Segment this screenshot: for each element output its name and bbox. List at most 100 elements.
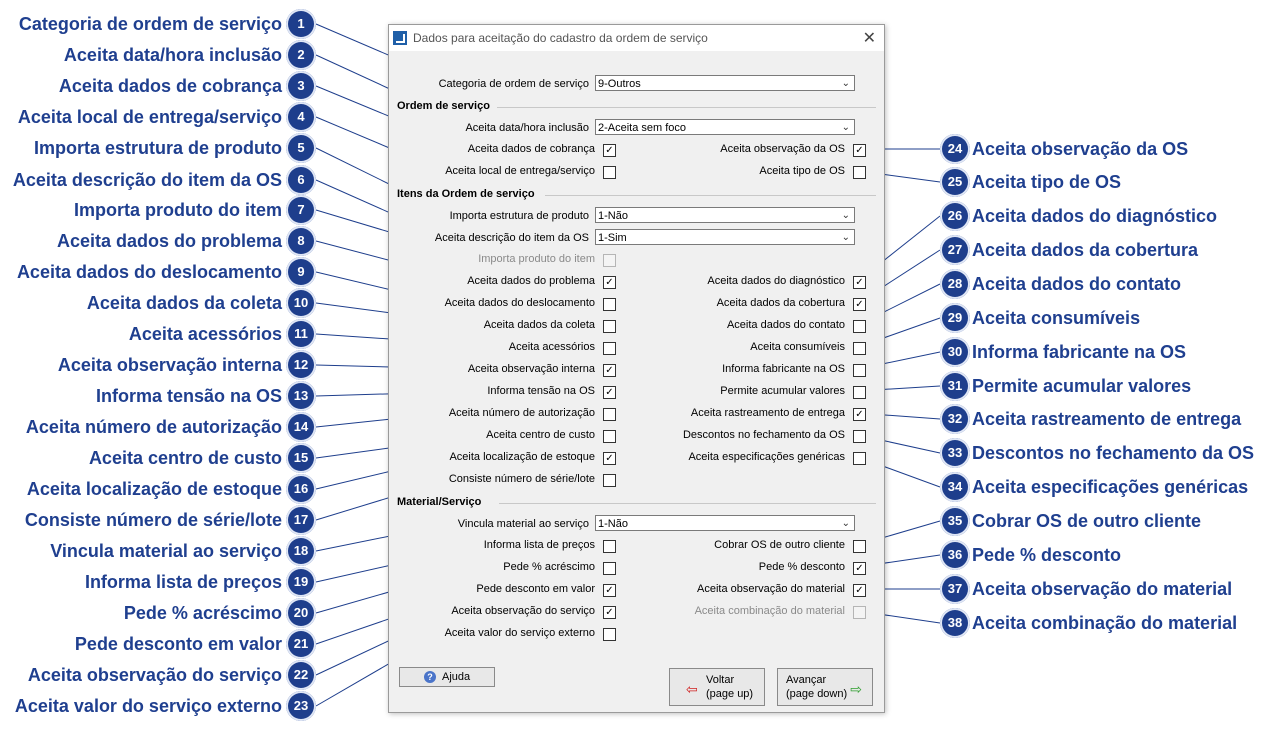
left-checkbox-pede-desconto-em-valor[interactable]: ✓ bbox=[603, 584, 616, 597]
callout-badge-25: 25 bbox=[940, 167, 970, 197]
left-checkbox-aceita-observacao-interna[interactable]: ✓ bbox=[603, 364, 616, 377]
callout-badge-6: 6 bbox=[286, 165, 316, 195]
divider bbox=[545, 195, 876, 196]
category-select[interactable]: 9-Outros ⌄ bbox=[595, 75, 855, 91]
callout-badge-17: 17 bbox=[286, 505, 316, 535]
left-checkbox-aceita-dados-da-coleta[interactable] bbox=[603, 320, 616, 333]
left-checkbox-aceita-dados-do-deslocamento[interactable] bbox=[603, 298, 616, 311]
category-value: 9-Outros bbox=[598, 78, 641, 90]
importa-estrutura-select[interactable]: 1-Não ⌄ bbox=[595, 207, 855, 223]
annotation-left-8: Aceita dados do problema bbox=[56, 231, 282, 251]
right-checkbox-aceita-tipo-de-os[interactable] bbox=[853, 166, 866, 179]
vincula-value: 1-Não bbox=[598, 518, 628, 530]
left-checkbox-aceita-observacao-do-servico[interactable]: ✓ bbox=[603, 606, 616, 619]
left-check-label-aceita-observacao-interna: Aceita observação interna bbox=[467, 363, 595, 375]
annotation-left-21: Pede desconto em valor bbox=[74, 634, 282, 654]
callout-badge-26: 26 bbox=[940, 201, 970, 231]
annotation-left-14: Aceita número de autorização bbox=[25, 417, 282, 437]
help-button[interactable]: ? Ajuda bbox=[399, 667, 495, 687]
left-checkbox-aceita-dados-do-problema[interactable]: ✓ bbox=[603, 276, 616, 289]
right-check-label-permite-acumular-valores: Permite acumular valores bbox=[720, 385, 845, 397]
right-checkbox-pede-desconto[interactable]: ✓ bbox=[853, 562, 866, 575]
left-checkbox-aceita-centro-de-custo[interactable] bbox=[603, 430, 616, 443]
right-checkbox-aceita-combinacao-do-material bbox=[853, 606, 866, 619]
right-checkbox-aceita-dados-da-cobertura[interactable]: ✓ bbox=[853, 298, 866, 311]
right-checkbox-aceita-observacao-da-os[interactable]: ✓ bbox=[853, 144, 866, 157]
annotation-left-5: Importa estrutura de produto bbox=[33, 138, 282, 158]
left-checkbox-aceita-acessorios[interactable] bbox=[603, 342, 616, 355]
divider bbox=[497, 107, 876, 108]
left-check-label-importa-produto-do-item: Importa produto do item bbox=[478, 253, 595, 265]
section-ordem: Ordem de serviço bbox=[397, 100, 490, 112]
right-check-label-aceita-consumiveis: Aceita consumíveis bbox=[750, 341, 845, 353]
annotation-left-22: Aceita observação do serviço bbox=[27, 665, 282, 685]
left-checkbox-aceita-numero-de-autorizacao[interactable] bbox=[603, 408, 616, 421]
left-checkbox-pede-acrescimo[interactable] bbox=[603, 562, 616, 575]
left-check-label-pede-desconto-em-valor: Pede desconto em valor bbox=[476, 583, 595, 595]
chevron-down-icon: ⌄ bbox=[841, 518, 850, 529]
annotation-left-1: Categoria de ordem de serviço bbox=[18, 14, 282, 34]
annotation-right-29: Aceita consumíveis bbox=[972, 308, 1141, 328]
annotation-right-34: Aceita especificações genéricas bbox=[972, 477, 1249, 497]
back-button[interactable]: ⇦ Voltar (page up) bbox=[669, 668, 765, 706]
right-checkbox-informa-fabricante-na-os[interactable] bbox=[853, 364, 866, 377]
left-checkbox-informa-lista-de-precos[interactable] bbox=[603, 540, 616, 553]
right-checkbox-aceita-dados-do-contato[interactable] bbox=[853, 320, 866, 333]
close-icon[interactable]: ✕ bbox=[863, 28, 876, 48]
arrow-right-icon: ⇨ bbox=[850, 681, 862, 697]
arrow-left-icon: ⇦ bbox=[686, 681, 698, 697]
right-check-label-informa-fabricante-na-os: Informa fabricante na OS bbox=[722, 363, 845, 375]
vincula-select[interactable]: 1-Não ⌄ bbox=[595, 515, 855, 531]
annotation-left-4: Aceita local de entrega/serviço bbox=[17, 107, 282, 127]
aceita-descricao-label: Aceita descrição do item da OS bbox=[434, 232, 589, 244]
annotation-right-25: Aceita tipo de OS bbox=[972, 172, 1122, 192]
importa-estrutura-label: Importa estrutura de produto bbox=[449, 210, 589, 222]
right-checkbox-cobrar-os-de-outro-cliente[interactable] bbox=[853, 540, 866, 553]
left-checkbox-informa-tensao-na-os[interactable]: ✓ bbox=[603, 386, 616, 399]
annotation-right-38: Aceita combinação do material bbox=[972, 613, 1238, 633]
callout-badge-5: 5 bbox=[286, 133, 316, 163]
left-check-label-aceita-observacao-do-servico: Aceita observação do serviço bbox=[451, 605, 595, 617]
right-checkbox-descontos-no-fechamento-da-os[interactable] bbox=[853, 430, 866, 443]
right-checkbox-aceita-consumiveis[interactable] bbox=[853, 342, 866, 355]
annotation-left-13: Informa tensão na OS bbox=[95, 386, 282, 406]
annotation-left-11: Aceita acessórios bbox=[128, 324, 282, 344]
left-checkbox-consiste-numero-de-serie-lote[interactable] bbox=[603, 474, 616, 487]
datahora-select[interactable]: 2-Aceita sem foco ⌄ bbox=[595, 119, 855, 135]
left-check-label-aceita-dados-do-deslocamento: Aceita dados do deslocamento bbox=[444, 297, 595, 309]
section-material: Material/Serviço bbox=[397, 496, 482, 508]
dialog-title: Dados para aceitação do cadastro da orde… bbox=[413, 31, 708, 45]
annotation-right-37: Aceita observação do material bbox=[972, 579, 1233, 599]
left-checkbox-aceita-valor-do-servico-externo[interactable] bbox=[603, 628, 616, 641]
right-checkbox-aceita-dados-do-diagnostico[interactable]: ✓ bbox=[853, 276, 866, 289]
left-check-label-aceita-acessorios: Aceita acessórios bbox=[508, 341, 595, 353]
next-button[interactable]: Avançar (page down) ⇨ bbox=[777, 668, 873, 706]
left-check-label-aceita-local-de-entrega-servico: Aceita local de entrega/serviço bbox=[445, 165, 595, 177]
callout-badge-24: 24 bbox=[940, 134, 970, 164]
left-checkbox-aceita-localizacao-de-estoque[interactable]: ✓ bbox=[603, 452, 616, 465]
aceita-descricao-select[interactable]: 1-Sim ⌄ bbox=[595, 229, 855, 245]
right-checkbox-aceita-especificacoes-genericas[interactable] bbox=[853, 452, 866, 465]
left-check-label-informa-tensao-na-os: Informa tensão na OS bbox=[487, 385, 595, 397]
right-check-label-aceita-observacao-do-material: Aceita observação do material bbox=[697, 583, 845, 595]
left-checkbox-aceita-dados-de-cobranca[interactable]: ✓ bbox=[603, 144, 616, 157]
callout-badge-2: 2 bbox=[286, 40, 316, 70]
importa-estrutura-value: 1-Não bbox=[598, 210, 628, 222]
right-checkbox-aceita-rastreamento-de-entrega[interactable]: ✓ bbox=[853, 408, 866, 421]
annotation-right-27: Aceita dados da cobertura bbox=[972, 240, 1199, 260]
left-check-label-aceita-dados-do-problema: Aceita dados do problema bbox=[467, 275, 595, 287]
annotation-right-26: Aceita dados do diagnóstico bbox=[972, 206, 1218, 226]
right-checkbox-permite-acumular-valores[interactable] bbox=[853, 386, 866, 399]
right-check-label-pede-desconto: Pede % desconto bbox=[758, 561, 845, 573]
left-checkbox-aceita-local-de-entrega-servico[interactable] bbox=[603, 166, 616, 179]
callout-badge-16: 16 bbox=[286, 474, 316, 504]
annotation-left-20: Pede % acréscimo bbox=[123, 603, 282, 623]
callout-badge-11: 11 bbox=[286, 319, 316, 349]
callout-badge-27: 27 bbox=[940, 235, 970, 265]
back-button-label: Voltar bbox=[706, 674, 735, 686]
callout-badge-23: 23 bbox=[286, 691, 316, 721]
callout-badge-18: 18 bbox=[286, 536, 316, 566]
right-checkbox-aceita-observacao-do-material[interactable]: ✓ bbox=[853, 584, 866, 597]
left-check-label-pede-acrescimo: Pede % acréscimo bbox=[503, 561, 595, 573]
callout-badge-14: 14 bbox=[286, 412, 316, 442]
